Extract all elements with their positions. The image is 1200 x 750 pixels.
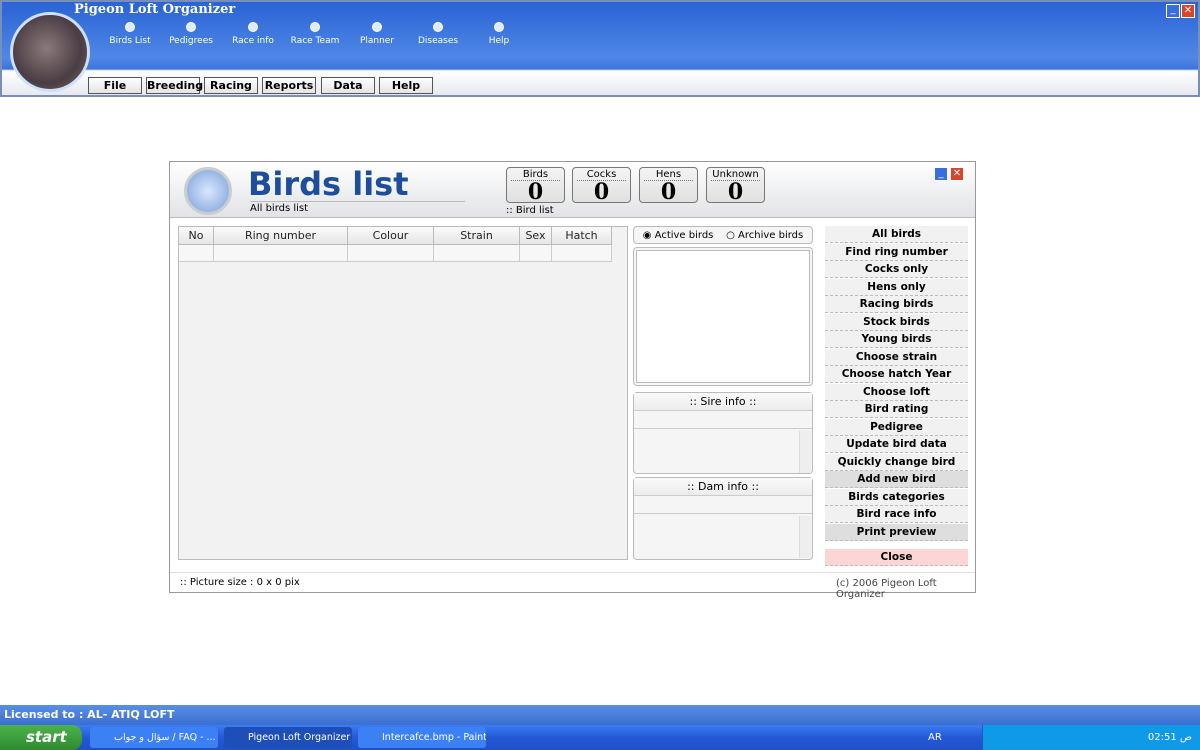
taskbar-item[interactable]: سؤال و جواب / FAQ - ... xyxy=(90,727,218,748)
nav-label: Race info xyxy=(232,36,274,46)
pigeon-logo xyxy=(10,12,90,92)
nav-help[interactable]: Help xyxy=(469,22,529,46)
menu-data[interactable]: Data xyxy=(321,77,375,94)
archive-birds-radio[interactable]: ○ Archive birds xyxy=(726,230,803,241)
button-cocks-only[interactable]: Cocks only xyxy=(825,261,968,278)
scrollbar[interactable] xyxy=(799,431,811,473)
nav-label: Diseases xyxy=(417,36,459,46)
dam-info-panel: :: Dam info :: xyxy=(633,477,813,560)
column-header[interactable]: Colour xyxy=(348,227,434,245)
clock: 02:51 ص xyxy=(1147,732,1192,743)
bird-icon xyxy=(184,167,232,215)
column-header[interactable]: Sex xyxy=(520,227,552,245)
license-status: Licensed to : AL- ATIQ LOFT xyxy=(0,705,1200,725)
nav-birds-list[interactable]: Birds List xyxy=(100,22,160,46)
dam-info-label: :: Dam info :: xyxy=(634,478,812,496)
table-cell xyxy=(520,245,552,262)
button-choose-loft[interactable]: Choose loft xyxy=(825,383,968,401)
nav-planner[interactable]: Planner xyxy=(347,22,407,46)
button-choose-strain[interactable]: Choose strain xyxy=(825,348,968,366)
button-print-preview[interactable]: Print preview xyxy=(825,523,968,541)
button-pedigree[interactable]: Pedigree xyxy=(825,418,968,436)
menu-file[interactable]: File xyxy=(88,77,142,94)
minimize-icon[interactable]: _ xyxy=(934,167,948,181)
sire-info-panel: :: Sire info :: xyxy=(633,392,813,474)
taskbar-item[interactable]: Pigeon Loft Organizer xyxy=(224,727,352,748)
button-quickly-change-bird-info[interactable]: Quickly change bird info xyxy=(825,453,968,484)
column-header[interactable]: No xyxy=(179,227,214,245)
button-hens-only[interactable]: Hens only xyxy=(825,278,968,296)
table-cell xyxy=(214,245,348,262)
close-icon[interactable]: ✕ xyxy=(950,167,964,181)
nav-diseases[interactable]: Diseases xyxy=(408,22,468,46)
nav-pedigrees[interactable]: Pedigrees xyxy=(161,22,221,46)
picture-size: :: Picture size : 0 x 0 pix xyxy=(180,577,300,588)
window-title: Birds list xyxy=(248,165,409,203)
table-cell xyxy=(552,245,612,262)
nav-icon xyxy=(248,22,258,32)
button-bird-race-info[interactable]: Bird race info xyxy=(825,506,968,523)
nav-icon xyxy=(494,22,504,32)
counter-value: 0 xyxy=(593,179,610,205)
app-title: Pigeon Loft Organizer xyxy=(74,2,236,17)
button-all-birds[interactable]: All birds xyxy=(825,226,968,243)
sire-info-label: :: Sire info :: xyxy=(634,393,812,411)
nav-label: Race Team xyxy=(290,36,340,46)
taskbar-item[interactable]: Intercafce.bmp - Paint xyxy=(358,727,486,748)
close-window-button[interactable]: ✕ xyxy=(1181,4,1195,18)
counter-birds: Birds 0 xyxy=(506,167,565,203)
button-stock-birds[interactable]: Stock birds xyxy=(825,313,968,331)
nav-label: Planner xyxy=(359,36,395,46)
taskbar: start سؤال و جواب / FAQ - ... Pigeon Lof… xyxy=(0,725,1200,750)
nav-icon xyxy=(310,22,320,32)
birds-table[interactable]: NoRing numberColourStrainSexHatch date xyxy=(178,226,628,560)
button-find-ring-number[interactable]: Find ring number xyxy=(825,243,968,261)
counter-value: 0 xyxy=(527,179,544,205)
nav-race-info[interactable]: Race info xyxy=(223,22,283,46)
button-update-bird-data[interactable]: Update bird data xyxy=(825,436,968,453)
nav-label: Help xyxy=(488,36,510,46)
button-young-birds[interactable]: Young birds xyxy=(825,331,968,348)
window-subtitle: All birds list xyxy=(250,201,465,214)
table-cell xyxy=(179,245,214,262)
nav-label: Pedigrees xyxy=(169,36,213,46)
table-cell xyxy=(434,245,520,262)
bird-filter: ◉ Active birds ○ Archive birds xyxy=(633,226,813,244)
menu-racing[interactable]: Racing xyxy=(204,77,258,94)
nav-icon xyxy=(433,22,443,32)
scrollbar[interactable] xyxy=(799,516,811,558)
column-header[interactable]: Strain xyxy=(434,227,520,245)
section-label: :: Bird list xyxy=(506,205,554,216)
menu-reports[interactable]: Reports xyxy=(262,77,316,94)
button-choose-hatch-year[interactable]: Choose hatch Year xyxy=(825,366,968,383)
column-header[interactable]: Hatch date xyxy=(552,227,612,259)
system-tray: 02:51 ص xyxy=(982,725,1200,750)
nav-icon xyxy=(125,22,135,32)
counter-cocks: Cocks 0 xyxy=(572,167,631,203)
button-bird-rating[interactable]: Bird rating xyxy=(825,401,968,418)
nav-label: Birds List xyxy=(109,36,151,46)
button-birds-categories[interactable]: Birds categories xyxy=(825,488,968,506)
minimize-button[interactable]: _ xyxy=(1166,4,1180,18)
column-header[interactable]: Ring number xyxy=(214,227,348,245)
active-birds-radio[interactable]: ◉ Active birds xyxy=(643,230,714,241)
nav-icon xyxy=(186,22,196,32)
copyright: (c) 2006 Pigeon Loft Organizer xyxy=(836,578,937,600)
counter-hens: Hens 0 xyxy=(639,167,698,203)
table-cell xyxy=(348,245,434,262)
button-add-new-bird[interactable]: Add new bird xyxy=(825,471,968,488)
picture-panel xyxy=(633,247,813,386)
counter-value: 0 xyxy=(727,179,744,205)
language-indicator[interactable]: AR xyxy=(928,725,942,750)
close-button[interactable]: Close xyxy=(825,549,968,566)
nav-race-team[interactable]: Race Team xyxy=(285,22,345,46)
button-racing-birds[interactable]: Racing birds xyxy=(825,296,968,313)
menu-help[interactable]: Help xyxy=(379,77,433,94)
counter-value: 0 xyxy=(660,179,677,205)
birds-list-window: Birds list All birds list Birds 0 Cocks 0 He… xyxy=(169,161,976,600)
nav-icon xyxy=(372,22,382,32)
counter-unknown: Unknown 0 xyxy=(706,167,765,203)
menu-breeding[interactable]: Breeding xyxy=(146,77,203,94)
start-button[interactable]: start xyxy=(0,725,82,750)
